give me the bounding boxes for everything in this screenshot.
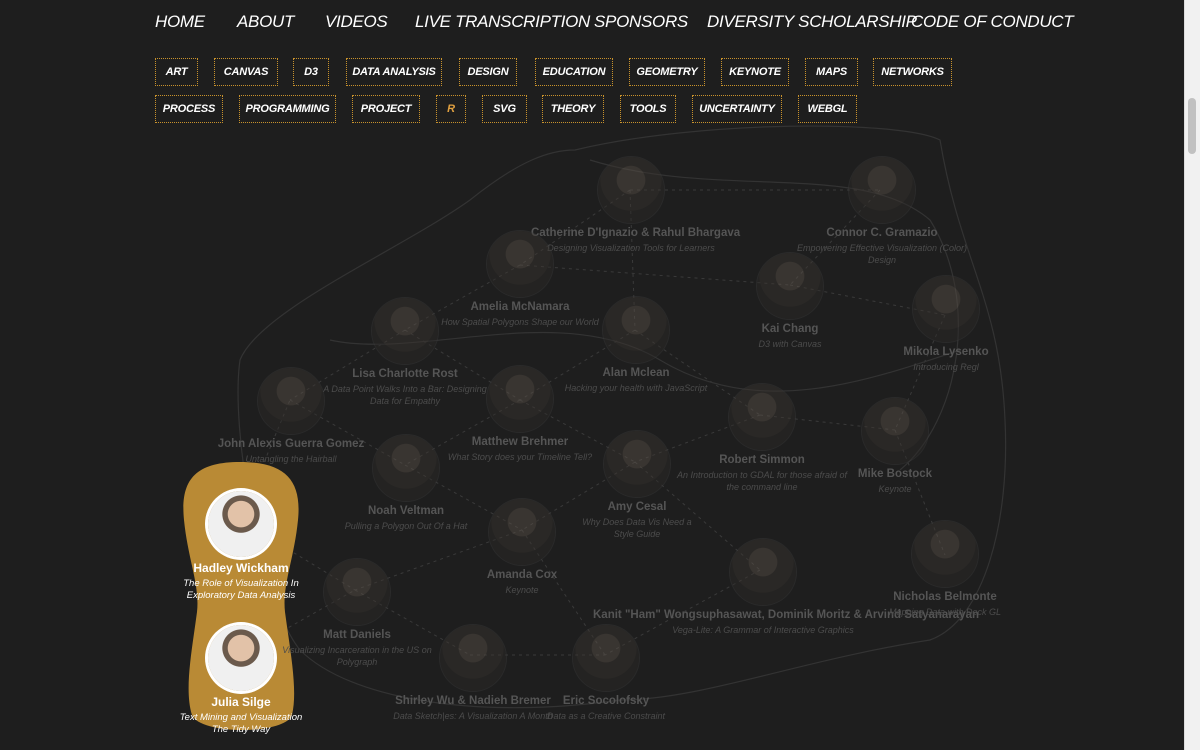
speaker-node[interactable]: Noah Veltman Pulling a Polygon Out Of a H…: [331, 435, 481, 532]
speaker-node[interactable]: Mikola Lysenko Introducing Regl: [886, 276, 1006, 373]
speaker-photo: [440, 625, 506, 691]
speaker-node[interactable]: Robert Simmon An Introduction to GDAL for…: [677, 384, 847, 493]
highlighted-speaker-node[interactable]: Julia Silge Text Mining and Visualization…: [176, 625, 306, 736]
speaker-name: Julia Silge: [211, 695, 271, 709]
speaker-node[interactable]: Mike Bostock Keynote: [845, 398, 945, 495]
scroll-thumb[interactable]: [1188, 98, 1196, 154]
speaker-name: Connor C. Gramazio: [826, 227, 938, 239]
speaker-photo: [862, 398, 928, 464]
speaker-node[interactable]: Nicholas Belmonte Mapping Data with Deck …: [875, 521, 1015, 618]
speaker-photo: [487, 231, 553, 297]
highlighted-speaker-node[interactable]: Hadley Wickham The Role of Visualization …: [176, 491, 306, 602]
speaker-name: Robert Simmon: [719, 454, 805, 466]
speaker-name: Amanda Cox: [486, 569, 558, 581]
speaker-node[interactable]: Kai Chang D3 with Canvas: [730, 253, 850, 350]
speaker-photo: [373, 435, 439, 501]
speaker-name: Amy Cesal: [607, 501, 667, 513]
speaker-photo: [604, 431, 670, 497]
talk-title: An Introduction to GDAL for those afraid…: [677, 470, 847, 492]
talk-title: The Role of Visualization In Exploratory…: [183, 578, 299, 601]
speaker-photo: [757, 253, 823, 319]
speaker-photo: [487, 366, 553, 432]
talk-title: Keynote: [505, 585, 539, 595]
talk-title: D3 with Canvas: [758, 339, 822, 349]
speaker-node[interactable]: Amy Cesal Why Does Data Vis Need a Style …: [572, 431, 702, 540]
talk-title: Pulling a Polygon Out Of a Hat: [344, 521, 468, 531]
speaker-photo: [324, 559, 390, 625]
speaker-photo: [573, 625, 639, 691]
speaker-photo: [598, 157, 664, 223]
speaker-name: Eric Socolofsky: [562, 695, 650, 707]
speaker-photo: [208, 491, 274, 557]
talk-title: Introducing Regl: [913, 362, 979, 372]
speaker-name: Mikola Lysenko: [903, 346, 989, 358]
speaker-photo: [912, 521, 978, 587]
speaker-name: Kai Chang: [761, 323, 819, 335]
talk-title: Mapping Data with Deck GL: [888, 607, 1002, 617]
talk-title: Why Does Data Vis Need a Style Guide: [582, 517, 692, 539]
speaker-node[interactable]: Connor C. Gramazio Empowering Effective V…: [797, 157, 967, 266]
speaker-photo: [258, 368, 324, 434]
speaker-name: Mike Bostock: [857, 468, 933, 480]
speaker-photo: [489, 499, 555, 565]
speaker-node[interactable]: Eric Socolofsky Data as a Creative Constr…: [521, 625, 691, 722]
speaker-name: Noah Veltman: [367, 505, 445, 517]
talk-title: Keynote: [878, 484, 912, 494]
speaker-photo: [372, 298, 438, 364]
talk-title: Text Mining and Visualization The Tidy W…: [179, 712, 303, 735]
scrollbar[interactable]: [1184, 0, 1200, 750]
talk-title: Data as a Creative Constraint: [546, 711, 666, 721]
speaker-photo: [603, 297, 669, 363]
speaker-photo: [208, 625, 274, 691]
speaker-photo: [913, 276, 979, 342]
speaker-name: Nicholas Belmonte: [893, 591, 997, 603]
speaker-name: Hadley Wickham: [193, 561, 289, 575]
speaker-photo: [730, 539, 796, 605]
speaker-photo: [729, 384, 795, 450]
speaker-photo: [849, 157, 915, 223]
speaker-node[interactable]: Amanda Cox Keynote: [467, 499, 577, 596]
